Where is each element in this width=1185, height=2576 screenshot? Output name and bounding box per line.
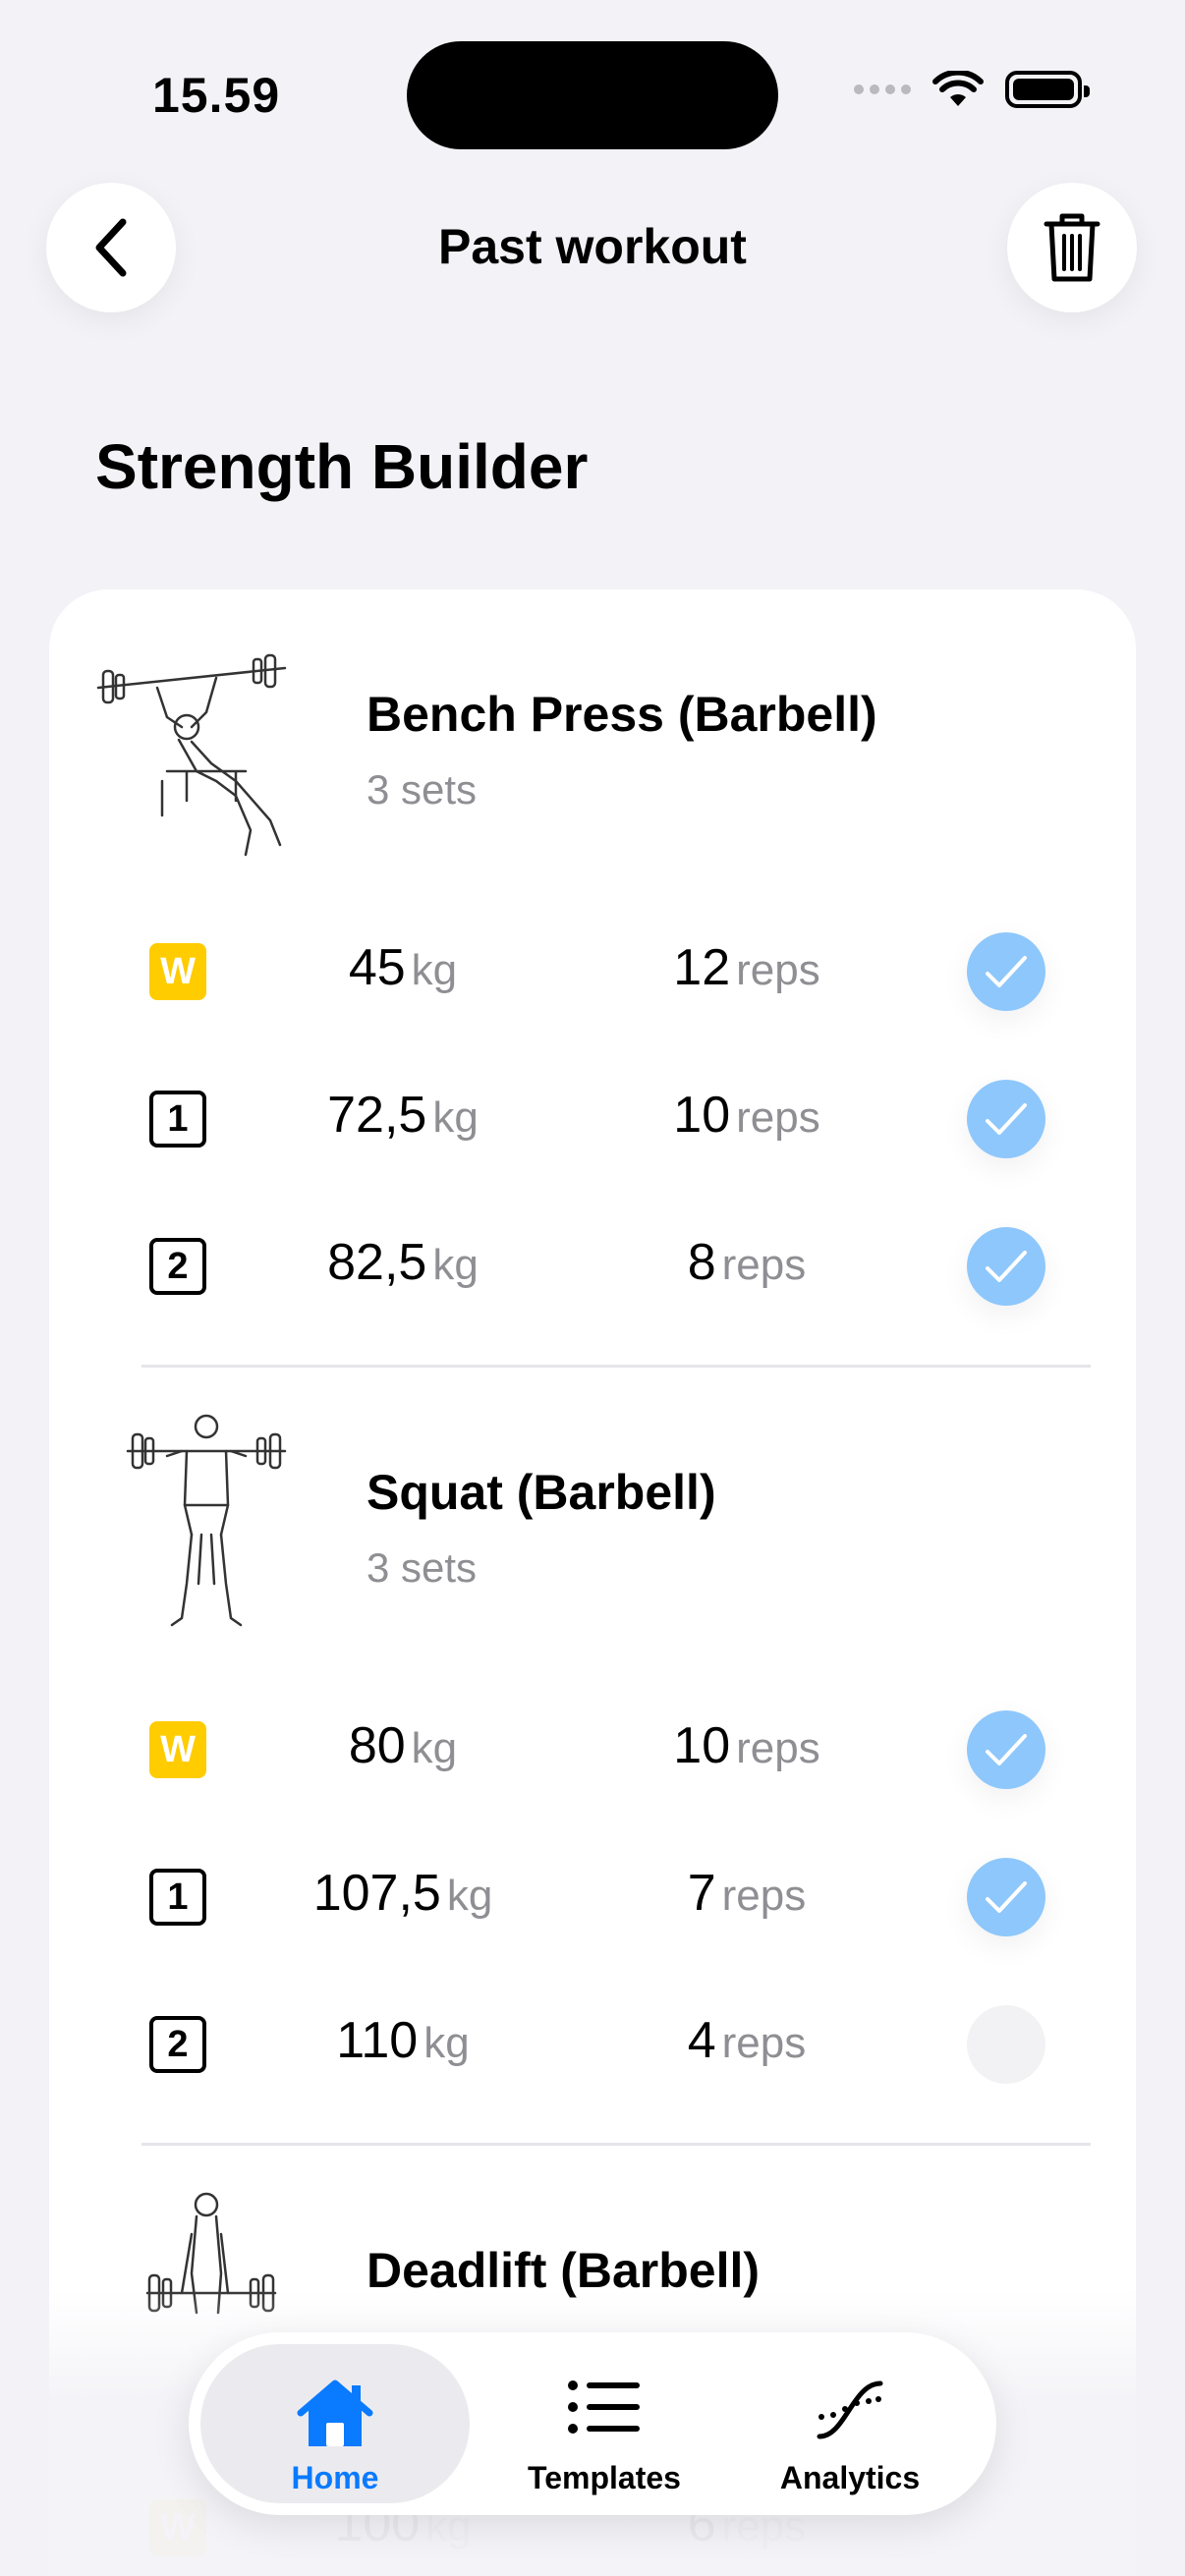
checkmark-icon [986,956,1027,987]
set-weight[interactable]: 110 kg [241,2011,565,2070]
set-reps[interactable]: 10 reps [599,1086,894,1145]
exercise-name: Bench Press (Barbell) [367,687,877,742]
delete-workout-button[interactable] [1007,183,1137,312]
workout-title: Strength Builder [95,431,589,502]
weight-unit: kg [411,946,458,994]
status-time: 15.59 [152,68,281,123]
set-number-badge: 2 [149,1238,206,1295]
analytics-icon [817,2380,883,2439]
weight-unit: kg [432,1093,479,1142]
set-row[interactable]: 2 110 kg 4 reps [49,1989,1136,2088]
set-reps[interactable]: 8 reps [599,1233,894,1292]
weight-unit: kg [432,1241,479,1289]
set-row[interactable]: 1 107,5 kg 7 reps [49,1842,1136,1940]
set-complete-checkbox[interactable] [967,2005,1045,2084]
reps-unit: reps [721,2019,807,2067]
set-complete-checkbox[interactable] [967,1227,1045,1306]
reps-value: 8 [687,1234,716,1291]
set-number-badge: 1 [149,1869,206,1926]
tab-bar: Home Templates Analytics [189,2332,996,2515]
bench-press-illustration [96,653,287,857]
squat-illustration [126,1414,287,1627]
wifi-icon [932,71,984,106]
reps-unit: reps [736,1093,820,1142]
divider [141,1365,1091,1368]
dynamic-island [407,41,778,149]
weight-value: 72,5 [327,1087,427,1144]
reps-unit: reps [736,946,820,994]
exercise-card: Bench Press (Barbell) 3 sets W 45 kg 12 re… [49,589,1136,2576]
warmup-set-badge: W [149,1721,206,1778]
set-row[interactable]: 2 82,5 kg 8 reps [49,1211,1136,1310]
list-icon [568,2380,640,2434]
set-complete-checkbox[interactable] [967,1710,1045,1789]
tab-analytics[interactable]: Analytics [715,2344,985,2503]
weight-unit: kg [446,1872,493,1920]
weight-value: 45 [348,939,406,996]
weight-value: 110 [336,2012,419,2069]
set-row[interactable]: W 45 kg 12 reps [49,917,1136,1015]
tab-label: Home [291,2460,379,2495]
tab-templates[interactable]: Templates [470,2344,739,2503]
set-reps[interactable]: 4 reps [599,2011,894,2070]
weight-unit: kg [411,1724,458,1772]
checkmark-icon [986,1881,1027,1913]
set-weight[interactable]: 107,5 kg [241,1864,565,1923]
reps-value: 10 [673,1087,731,1144]
tab-home[interactable]: Home [200,2344,470,2503]
checkmark-icon [986,1734,1027,1765]
reps-value: 4 [687,2012,716,2069]
divider [141,2143,1091,2146]
reps-value: 7 [687,1865,716,1922]
reps-value: 12 [673,939,731,996]
set-reps[interactable]: 7 reps [599,1864,894,1923]
checkmark-icon [986,1251,1027,1282]
tab-label: Templates [528,2460,681,2495]
battery-icon [1005,71,1090,108]
exercise-sets-count: 3 sets [367,766,478,812]
checkmark-icon [986,1103,1027,1135]
home-icon [297,2380,373,2446]
set-complete-checkbox[interactable] [967,1080,1045,1158]
weight-value: 82,5 [327,1234,427,1291]
set-reps[interactable]: 12 reps [599,938,894,997]
set-number-badge: 1 [149,1091,206,1148]
warmup-set-badge: W [149,943,206,1000]
set-number-badge: 2 [149,2016,206,2073]
reps-unit: reps [721,1872,807,1920]
set-weight[interactable]: 45 kg [241,938,565,997]
set-row[interactable]: 1 72,5 kg 10 reps [49,1064,1136,1162]
weight-value: 107,5 [312,1865,441,1922]
set-complete-checkbox[interactable] [967,1858,1045,1936]
reps-unit: reps [721,1241,807,1289]
set-weight[interactable]: 80 kg [241,1716,565,1775]
status-icons [854,71,1090,108]
trash-icon [1044,213,1100,282]
set-row[interactable]: W 80 kg 10 reps [49,1695,1136,1793]
cellular-signal-icon [854,84,911,94]
tab-label: Analytics [779,2460,921,2495]
exercise-sets-count: 3 sets [367,1544,478,1591]
set-complete-checkbox[interactable] [967,932,1045,1011]
set-weight[interactable]: 72,5 kg [241,1086,565,1145]
exercise-name: Squat (Barbell) [367,1465,716,1520]
set-weight[interactable]: 82,5 kg [241,1233,565,1292]
reps-value: 10 [673,1717,731,1774]
set-reps[interactable]: 10 reps [599,1716,894,1775]
weight-unit: kg [423,2019,470,2067]
weight-value: 80 [348,1717,406,1774]
reps-unit: reps [736,1724,820,1772]
